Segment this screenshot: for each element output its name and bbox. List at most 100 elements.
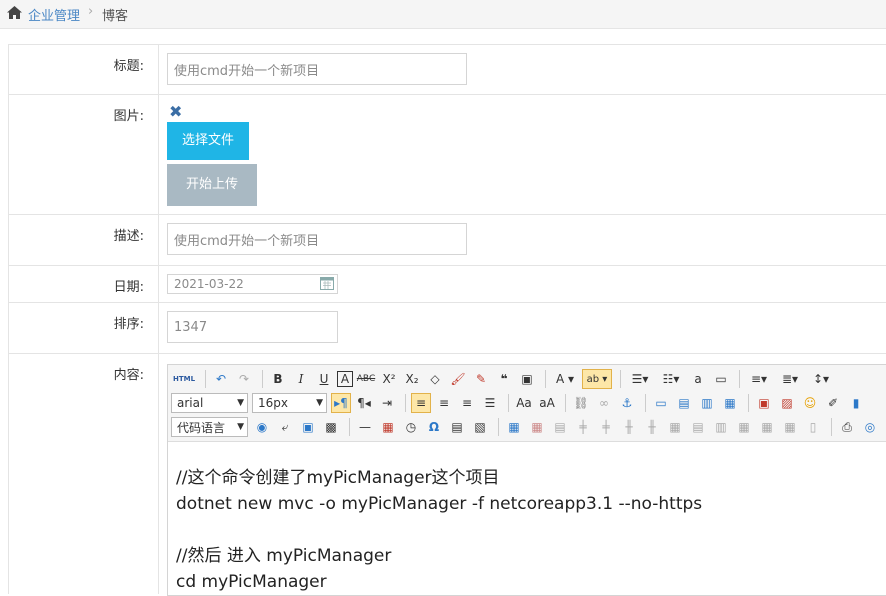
image-float-right-icon[interactable]: ▥ <box>697 393 717 413</box>
underline-icon[interactable]: U <box>314 369 334 389</box>
order-row: 排序: <box>9 303 886 354</box>
align-center-icon[interactable]: ≡ <box>434 393 454 413</box>
split-cols-icon[interactable]: ▦ <box>780 417 800 437</box>
unordered-list-icon[interactable]: ☷▾ <box>657 369 685 389</box>
chevron-down-icon: ▼ <box>237 398 244 408</box>
image-center-icon[interactable]: ▦ <box>720 393 740 413</box>
strikethrough-icon[interactable]: ABC <box>356 369 376 389</box>
date-icon[interactable]: ▦ <box>378 417 398 437</box>
code-language-select[interactable]: 代码语言 ▼ <box>171 417 248 437</box>
merge-right-icon[interactable]: ▤ <box>688 417 708 437</box>
italic-icon[interactable]: I <box>291 369 311 389</box>
breadcrumb-current: 博客 <box>102 9 129 24</box>
align-justify-icon[interactable]: ☰ <box>480 393 500 413</box>
paste-plain-icon[interactable]: ▣ <box>517 369 537 389</box>
title-label: 标题: <box>113 59 144 74</box>
redo-icon[interactable]: ↷ <box>234 369 254 389</box>
subscript-icon[interactable]: X₂ <box>402 369 422 389</box>
toolbar-row-3: 代码语言 ▼ ◉ ⤶ ▣ ▩ — ▦ ◷ Ω ▤ ▧ ▦ ▦ ▤ ╪ ╪ ╫ ╫… <box>171 416 883 438</box>
link-icon[interactable]: ⛓ <box>571 393 591 413</box>
delete-row-icon[interactable]: ╪ <box>596 417 616 437</box>
search-replace-icon[interactable]: ▤ <box>447 417 467 437</box>
insert-paragraph-before-table-icon[interactable]: ▤ <box>550 417 570 437</box>
line-height-icon[interactable]: ↕▾ <box>807 369 835 389</box>
insert-image-icon[interactable]: ▣ <box>754 393 774 413</box>
lowercase-icon[interactable]: aA <box>537 393 557 413</box>
row-spacing-top-icon[interactable]: ≡▾ <box>745 369 773 389</box>
video-icon[interactable]: ▮ <box>846 393 866 413</box>
multi-image-icon[interactable]: ▨ <box>777 393 797 413</box>
row-spacing-bottom-icon[interactable]: ≣▾ <box>776 369 804 389</box>
font-color-icon[interactable]: A ▾ <box>551 369 579 389</box>
print-icon[interactable]: ⎙ <box>837 417 857 437</box>
insert-table-icon[interactable]: ▦ <box>504 417 524 437</box>
map-icon[interactable]: ◉ <box>252 417 272 437</box>
image-float-left-icon[interactable]: ▤ <box>674 393 694 413</box>
order-label: 排序: <box>113 317 144 332</box>
order-input[interactable] <box>167 311 338 343</box>
split-rows-icon[interactable]: ▦ <box>757 417 777 437</box>
ordered-list-icon[interactable]: ☰▾ <box>626 369 654 389</box>
description-label: 描述: <box>113 229 144 244</box>
font-size-value: 16px <box>258 396 288 410</box>
html-source-icon[interactable]: HTML <box>171 369 197 389</box>
image-label: 图片: <box>113 109 144 124</box>
description-input[interactable] <box>167 223 467 255</box>
ltr-direction-icon[interactable]: ▸¶ <box>331 393 351 413</box>
insert-row-icon[interactable]: ╪ <box>573 417 593 437</box>
content-label: 内容: <box>113 368 144 383</box>
background-color-icon[interactable]: ab ▾ <box>582 369 612 389</box>
merge-cells-icon[interactable]: ▦ <box>665 417 685 437</box>
time-icon[interactable]: ◷ <box>401 417 421 437</box>
auto-format-icon[interactable]: ✎ <box>471 369 491 389</box>
page-break-icon[interactable]: ⤶ <box>275 417 295 437</box>
attachment-icon[interactable]: ▯ <box>803 417 823 437</box>
background-icon[interactable]: ▩ <box>321 417 341 437</box>
rich-text-editor[interactable]: HTML ↶ ↷ B I U A ABC X² X₂ ◇ 🖌 ✎ ❝ ▣ A ▾… <box>167 364 886 596</box>
blockquote-icon[interactable]: ❝ <box>494 369 514 389</box>
delete-col-icon[interactable]: ╫ <box>642 417 662 437</box>
undo-icon[interactable]: ↶ <box>211 369 231 389</box>
indent-icon[interactable]: ⇥ <box>377 393 397 413</box>
eraser-icon[interactable]: ◇ <box>425 369 445 389</box>
home-icon[interactable] <box>6 5 23 24</box>
breadcrumb-link-enterprise[interactable]: 企业管理 <box>28 5 80 24</box>
format-brush-icon[interactable]: 🖌 <box>448 369 468 389</box>
select-all-icon[interactable]: a <box>688 369 708 389</box>
date-input[interactable] <box>167 274 338 294</box>
special-char-icon[interactable]: Ω <box>424 417 444 437</box>
unlink-icon[interactable]: ∞ <box>594 393 614 413</box>
content-line: dotnet new mvc -o myPicManager -f netcor… <box>176 494 703 514</box>
rtl-direction-icon[interactable]: ¶◂ <box>354 393 374 413</box>
content-row: 内容: HTML ↶ ↷ B I U A ABC X² X₂ ◇ 🖌 ✎ ❝ ▣… <box>9 354 886 596</box>
scrawl-icon[interactable]: ✐ <box>823 393 843 413</box>
start-upload-button[interactable]: 开始上传 <box>167 164 257 206</box>
font-size-select[interactable]: 16px ▼ <box>252 393 327 413</box>
clear-doc-icon[interactable]: ▭ <box>711 369 731 389</box>
split-cells-icon[interactable]: ▦ <box>734 417 754 437</box>
delete-table-icon[interactable]: ▦ <box>527 417 547 437</box>
horizontal-rule-icon[interactable]: — <box>355 417 375 437</box>
superscript-icon[interactable]: X² <box>379 369 399 389</box>
uppercase-icon[interactable]: Aa <box>514 393 534 413</box>
choose-file-button[interactable]: 选择文件 <box>167 122 249 160</box>
insert-col-icon[interactable]: ╫ <box>619 417 639 437</box>
blog-form: 标题: 图片: ✖ 选择文件 开始上传 描述: 日期: 排序: 内容: HTML… <box>8 44 886 596</box>
image-float-none-icon[interactable]: ▭ <box>651 393 671 413</box>
title-input[interactable] <box>167 53 467 85</box>
content-line: //然后 进入 myPicManager <box>176 546 392 566</box>
template-icon[interactable]: ▣ <box>298 417 318 437</box>
font-family-select[interactable]: arial ▼ <box>171 393 248 413</box>
close-icon[interactable]: ✖ <box>169 102 182 121</box>
bold-icon[interactable]: B <box>268 369 288 389</box>
image-row: 图片: ✖ 选择文件 开始上传 <box>9 95 886 215</box>
font-border-icon[interactable]: A <box>337 371 353 387</box>
anchor-icon[interactable]: ⚓ <box>617 393 637 413</box>
emotion-icon[interactable]: ☺ <box>800 393 820 413</box>
preview-icon[interactable]: ◎ <box>860 417 880 437</box>
merge-down-icon[interactable]: ▥ <box>711 417 731 437</box>
align-left-icon[interactable]: ≡ <box>411 393 431 413</box>
align-right-icon[interactable]: ≡ <box>457 393 477 413</box>
calendar-icon[interactable] <box>320 277 334 294</box>
print-preview-icon[interactable]: ▧ <box>470 417 490 437</box>
